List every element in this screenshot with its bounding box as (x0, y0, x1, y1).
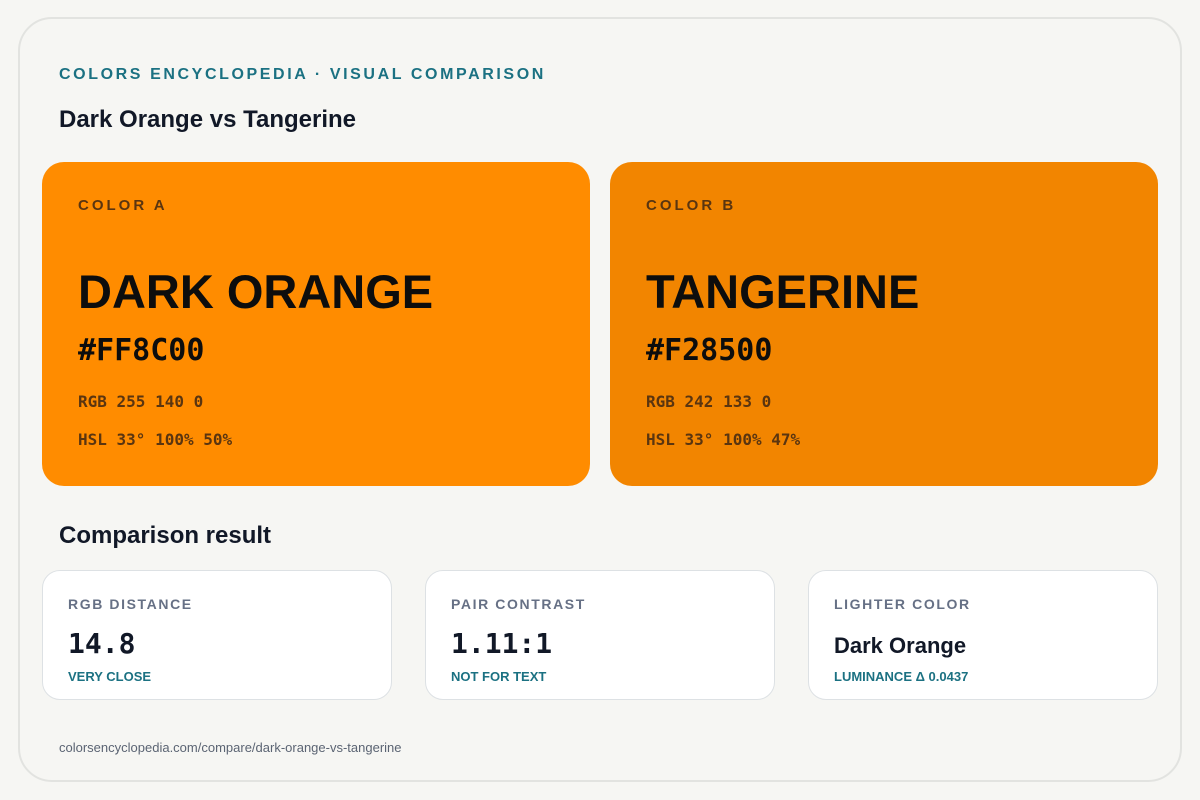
site-kicker: COLORS ENCYCLOPEDIA · VISUAL COMPARISON (59, 66, 546, 83)
color-a-rgb: RGB 255 140 0 (78, 392, 204, 411)
color-a-swatch: COLOR A DARK ORANGE #FF8C00 RGB 255 140 … (42, 162, 590, 486)
color-b-tag: COLOR B (646, 197, 737, 214)
metric-card-lighter-color: LIGHTER COLOR Dark Orange LUMINANCE Δ 0.… (808, 570, 1158, 700)
metric-card-rgb-distance: RGB DISTANCE 14.8 VERY CLOSE (42, 570, 392, 700)
comparison-title: Comparison result (59, 522, 272, 549)
metric-card-pair-contrast: PAIR CONTRAST 1.11:1 NOT FOR TEXT (425, 570, 775, 700)
footer-url: colorsencyclopedia.com/compare/dark-oran… (59, 740, 402, 755)
page-title: Dark Orange vs Tangerine (59, 106, 356, 133)
color-a-hsl: HSL 33° 100% 50% (78, 430, 233, 449)
metric-value: Dark Orange (834, 633, 967, 658)
color-b-hex: #F28500 (646, 333, 773, 368)
color-a-name: DARK ORANGE (78, 265, 434, 318)
metric-label: RGB DISTANCE (68, 596, 193, 612)
color-a-hex: #FF8C00 (78, 333, 205, 368)
metric-note: LUMINANCE Δ 0.0437 (834, 669, 969, 684)
color-b-swatch: COLOR B TANGERINE #F28500 RGB 242 133 0 … (610, 162, 1158, 486)
metric-value: 1.11:1 (451, 627, 553, 660)
metric-note: VERY CLOSE (68, 669, 152, 684)
metric-value: 14.8 (68, 627, 136, 660)
color-b-rgb: RGB 242 133 0 (646, 392, 772, 411)
metric-note: NOT FOR TEXT (451, 669, 547, 684)
color-b-hsl: HSL 33° 100% 47% (646, 430, 801, 449)
color-b-name: TANGERINE (646, 265, 920, 318)
metric-label: LIGHTER COLOR (834, 596, 971, 612)
color-a-tag: COLOR A (78, 197, 168, 214)
metric-label: PAIR CONTRAST (451, 596, 586, 612)
